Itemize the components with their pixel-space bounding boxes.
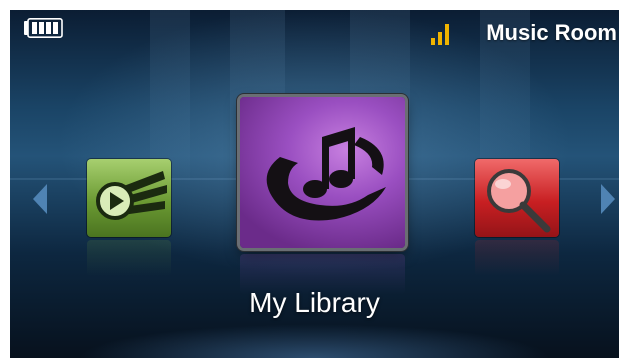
selected-item-label: My Library: [249, 287, 380, 318]
my-library-tile[interactable]: [240, 97, 405, 248]
tile-reflection: [87, 240, 171, 276]
battery-icon: [24, 18, 63, 38]
signal-strength-icon: [431, 24, 449, 45]
tile-reflection: [475, 240, 559, 276]
magnifier-icon: [487, 169, 551, 233]
arrow-left-icon[interactable]: [31, 182, 49, 216]
play-menu-icon: [96, 171, 167, 220]
now-playing-tile[interactable]: [87, 159, 171, 237]
arrow-right-icon[interactable]: [599, 182, 617, 216]
room-name: Music Room: [486, 20, 617, 45]
display-area: Music Room My Library: [10, 10, 619, 358]
light-beam: [150, 10, 190, 180]
music-note-icon: [266, 127, 386, 221]
search-tile[interactable]: [475, 159, 559, 237]
device-screen: Music Room My Library: [0, 0, 629, 358]
